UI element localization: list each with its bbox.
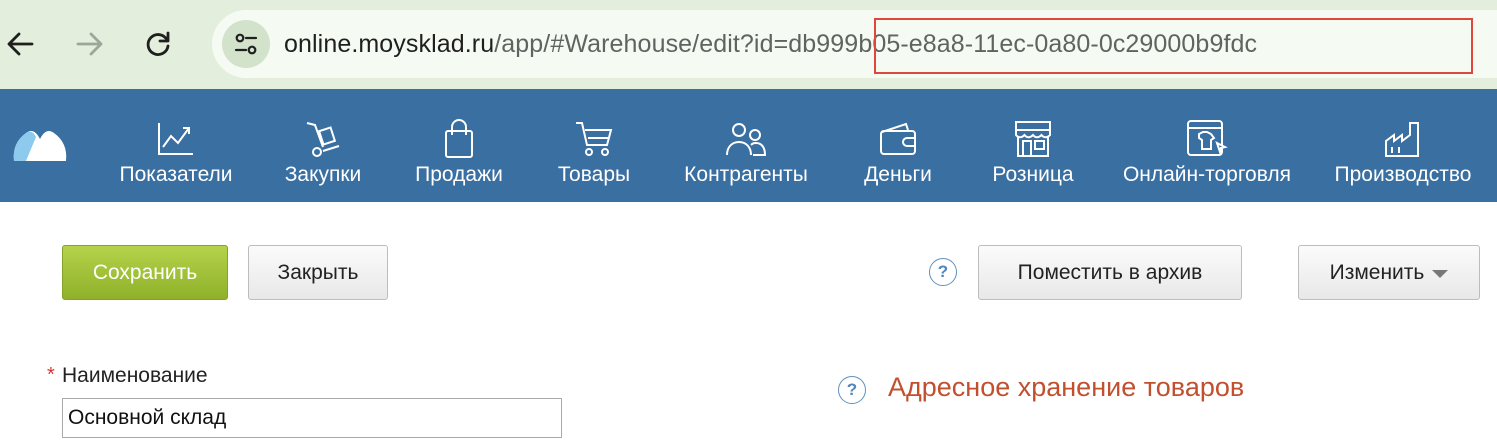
cart-icon [576, 122, 613, 156]
nav-label: Производство [1334, 163, 1472, 186]
bag-icon [445, 119, 473, 158]
name-field[interactable] [62, 398, 562, 438]
change-button-label: Изменить [1329, 260, 1425, 284]
reload-button[interactable] [138, 24, 178, 64]
save-button[interactable]: Сохранить [62, 245, 228, 300]
nav-item-sales[interactable]: Продажи [410, 89, 508, 202]
nav-item-purchases[interactable]: Закупки [278, 89, 368, 202]
help-icon[interactable]: ? [929, 258, 957, 286]
dolly-icon [306, 122, 340, 157]
nav-label: Закупки [284, 163, 362, 186]
address-storage-title: Адресное хранение товаров [888, 372, 1245, 402]
url-path: /app/#Warehouse/edit?id= [494, 30, 789, 58]
nav-item-online-trade[interactable]: Онлайн-торговля [1115, 89, 1299, 202]
address-bar[interactable]: online.moysklad.ru/app/#Warehouse/edit?i… [212, 10, 1497, 78]
moysklad-logo[interactable] [12, 123, 68, 168]
browser-toolbar: online.moysklad.ru/app/#Warehouse/edit?i… [0, 0, 1497, 89]
reload-icon [146, 31, 170, 56]
site-settings-button[interactable] [222, 20, 270, 68]
close-button[interactable]: Закрыть [248, 245, 388, 300]
tune-icon [234, 33, 258, 55]
nav-item-production[interactable]: Производство [1327, 89, 1479, 202]
nav-item-goods[interactable]: Товары [553, 89, 635, 202]
nav-label: Товары [557, 163, 631, 186]
wallet-icon [880, 122, 916, 155]
change-dropdown-button[interactable]: Изменить [1298, 245, 1480, 300]
nav-label: Продажи [415, 163, 503, 186]
back-button[interactable] [0, 24, 40, 64]
nav-label: Онлайн-торговля [1122, 163, 1292, 186]
nav-label: Розница [992, 163, 1074, 186]
url-id-highlight [874, 18, 1473, 74]
store-icon [1015, 121, 1051, 157]
nav-item-retail[interactable]: Розница [987, 89, 1079, 202]
help-icon[interactable]: ? [838, 376, 866, 404]
nav-label: Деньги [864, 163, 932, 186]
factory-icon [1385, 122, 1419, 157]
online-store-icon [1187, 120, 1228, 156]
caret-down-icon [1432, 269, 1449, 278]
required-marker: * [47, 364, 55, 386]
main-navigation: Показатели Закупки Продажи Товары Контра… [0, 89, 1497, 202]
name-field-label: Наименование [62, 364, 208, 387]
logo-icon [13, 131, 67, 161]
nav-item-contractors[interactable]: Контрагенты [676, 89, 816, 202]
arrow-right-icon [76, 32, 103, 56]
nav-item-indicators[interactable]: Показатели [113, 89, 239, 202]
nav-item-money[interactable]: Деньги [858, 89, 938, 202]
arrow-left-icon [7, 32, 34, 56]
chart-icon [158, 123, 193, 155]
people-icon [726, 123, 767, 156]
url-host: online.moysklad.ru [284, 30, 495, 58]
nav-label: Контрагенты [684, 163, 808, 186]
nav-label: Показатели [119, 163, 233, 186]
archive-button[interactable]: Поместить в архив [978, 245, 1242, 300]
forward-button[interactable] [70, 24, 110, 64]
